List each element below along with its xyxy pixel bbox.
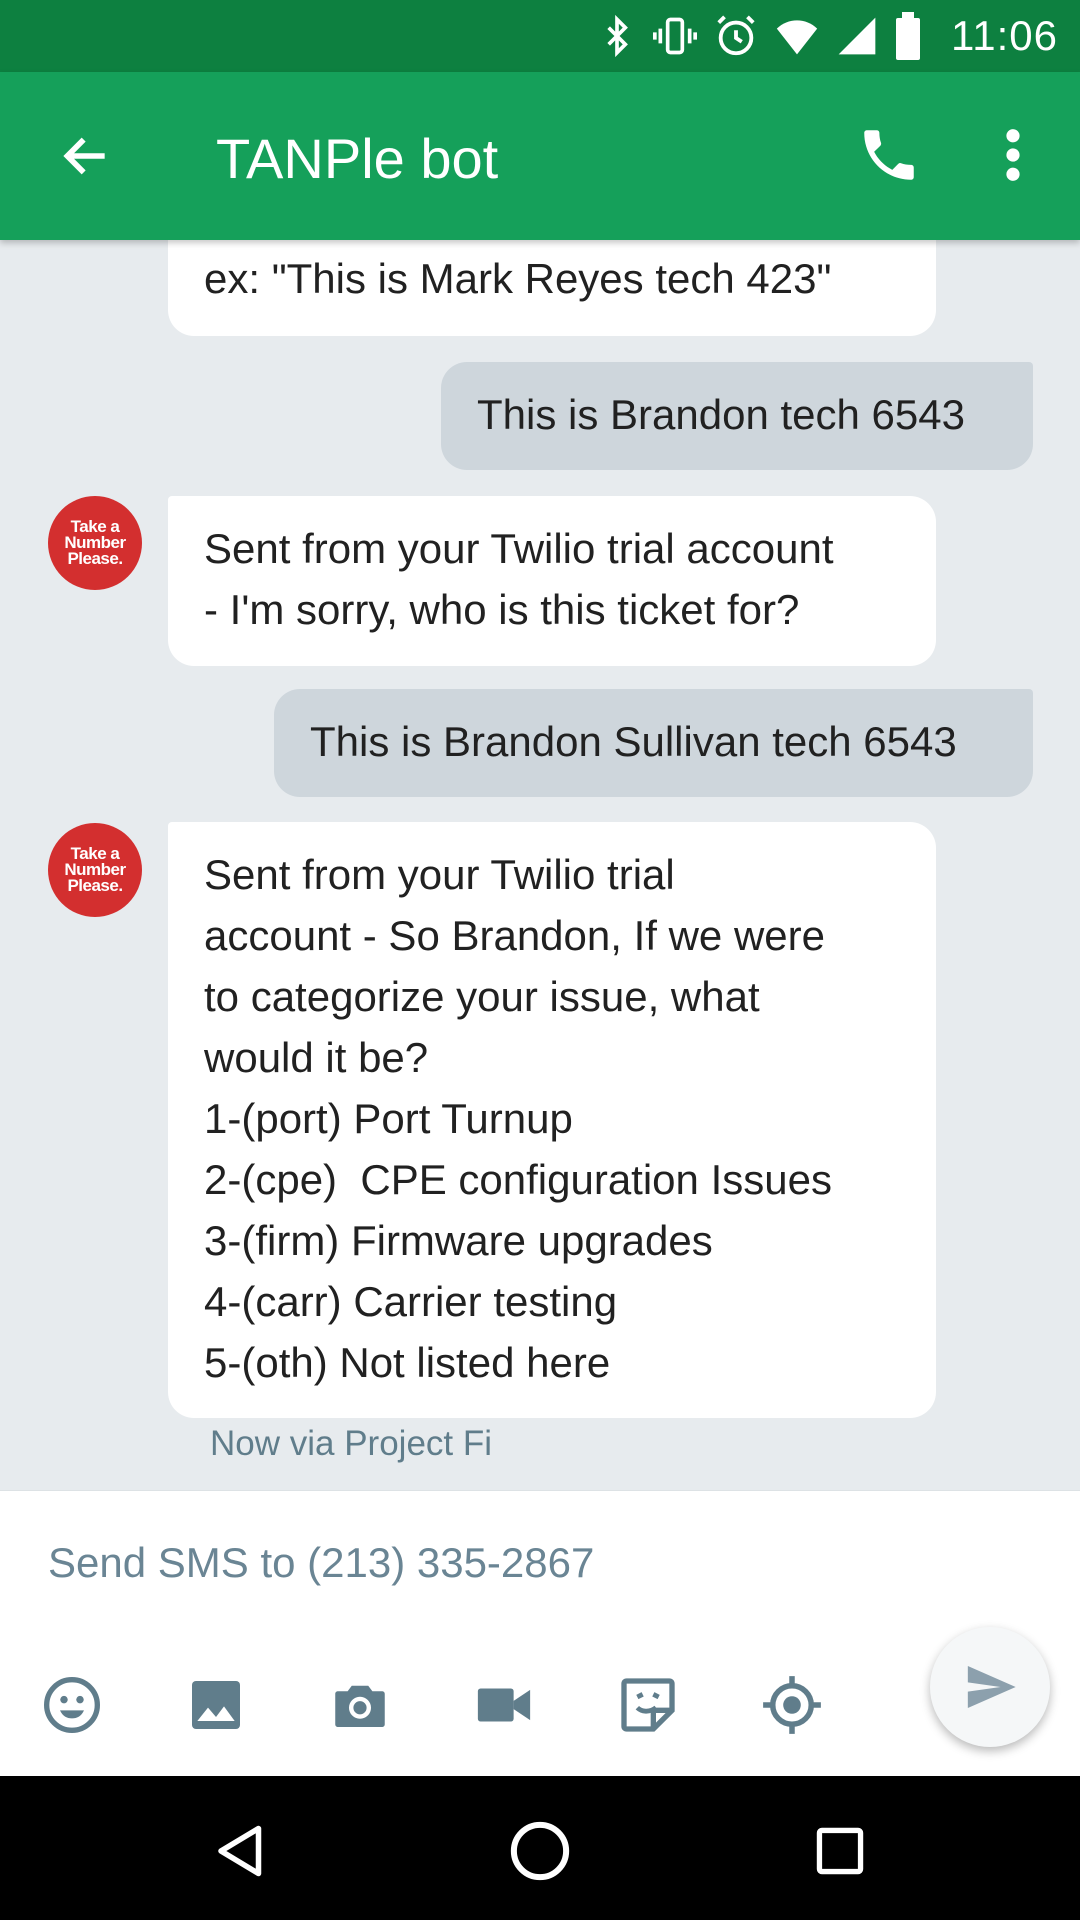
- message-bubble-outgoing[interactable]: This is Brandon tech 6543: [441, 362, 1033, 470]
- message-thread[interactable]: ex: "This is Mark Reyes tech 423" This i…: [0, 240, 1080, 1490]
- message-text: 5-(oth) Not listed here: [204, 1339, 611, 1386]
- nav-back-icon[interactable]: [206, 1816, 276, 1886]
- send-icon: [962, 1659, 1018, 1715]
- nav-home-icon[interactable]: [505, 1816, 575, 1886]
- message-bubble-outgoing[interactable]: This is Brandon Sullivan tech 6543: [274, 689, 1033, 797]
- message-text: This is Brandon Sullivan tech 6543: [310, 718, 957, 765]
- message-text: 3-(firm) Firmware upgrades: [204, 1217, 713, 1264]
- status-bar: 11:06: [0, 0, 1080, 72]
- status-time: 11:06: [951, 12, 1058, 59]
- message-text: 2-(cpe) CPE configuration Issues: [204, 1156, 832, 1203]
- location-icon[interactable]: [758, 1671, 826, 1739]
- avatar[interactable]: Take a Number Please.: [48, 823, 142, 917]
- gallery-icon[interactable]: [182, 1671, 250, 1739]
- message-text: This is Brandon tech 6543: [477, 391, 965, 438]
- message-text: to categorize your issue, what: [204, 973, 760, 1020]
- video-icon[interactable]: [470, 1671, 538, 1739]
- message-timestamp: Now via Project Fi: [210, 1424, 493, 1463]
- message-text: ex: "This is Mark Reyes tech 423": [204, 255, 832, 302]
- message-text: 1-(port) Port Turnup: [204, 1095, 573, 1142]
- message-text: - I'm sorry, who is this ticket for?: [204, 586, 800, 633]
- signal-icon: [835, 14, 879, 58]
- take-a-number-logo: Take a Number Please.: [64, 517, 126, 568]
- composer: Send SMS to (213) 335-2867: [0, 1490, 1080, 1776]
- take-a-number-logo: Take a Number Please.: [64, 844, 126, 895]
- wifi-icon: [773, 14, 821, 58]
- emoji-icon[interactable]: [38, 1671, 106, 1739]
- nav-recents-icon[interactable]: [805, 1816, 875, 1886]
- app-bar: TANPle bot: [0, 72, 1080, 240]
- message-text: Sent from your Twilio trial: [204, 851, 675, 898]
- battery-icon: [893, 12, 923, 60]
- message-bubble-incoming[interactable]: Sent from your Twilio trial account - I'…: [168, 496, 936, 666]
- camera-icon[interactable]: [326, 1671, 394, 1739]
- navigation-bar: [0, 1776, 1080, 1920]
- avatar[interactable]: Take a Number Please.: [48, 496, 142, 590]
- message-bubble-incoming[interactable]: Sent from your Twilio trial account - So…: [168, 822, 936, 1418]
- message-text: account - So Brandon, If we were: [204, 912, 825, 959]
- more-vert-icon[interactable]: [990, 122, 1036, 188]
- alarm-icon: [713, 13, 759, 59]
- send-button[interactable]: [930, 1627, 1050, 1747]
- message-text: would it be?: [204, 1034, 429, 1081]
- vibrate-icon: [651, 14, 699, 58]
- message-text: 4-(carr) Carrier testing: [204, 1278, 618, 1325]
- bluetooth-icon: [597, 14, 637, 58]
- sticker-icon[interactable]: [614, 1671, 682, 1739]
- back-arrow-icon[interactable]: [54, 124, 118, 188]
- sms-input[interactable]: Send SMS to (213) 335-2867: [48, 1539, 594, 1587]
- message-text: Sent from your Twilio trial account: [204, 525, 834, 572]
- message-bubble-incoming[interactable]: ex: "This is Mark Reyes tech 423": [168, 240, 936, 336]
- phone-icon[interactable]: [856, 122, 922, 188]
- conversation-title: TANPle bot: [216, 127, 499, 190]
